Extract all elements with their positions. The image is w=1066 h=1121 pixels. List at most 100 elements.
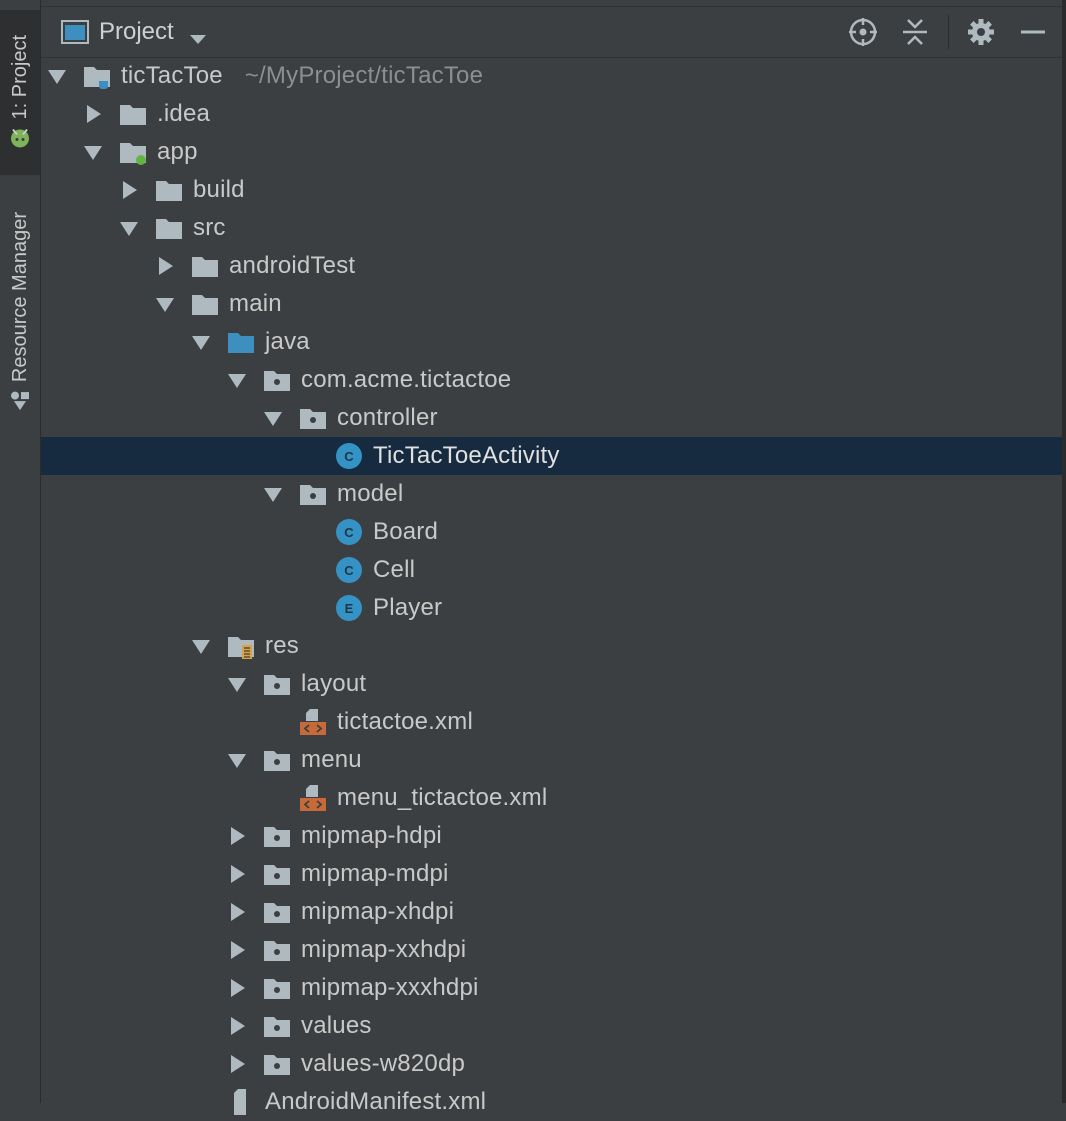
tree-item-label: mipmap-xhdpi	[301, 898, 455, 925]
collapse-all-icon[interactable]	[899, 16, 931, 48]
android-icon	[9, 128, 31, 150]
project-path: ~/MyProject/ticTacToe	[244, 62, 484, 89]
tree-row[interactable]: controller	[41, 399, 1062, 437]
chevron-down-icon[interactable]	[261, 482, 285, 506]
tool-window-stripe: 1: Project Resource Manager	[0, 0, 41, 1103]
tree-item-label: ticTacToe ~/MyProject/ticTacToe	[121, 62, 484, 89]
chevron-right-icon[interactable]	[81, 102, 105, 126]
panel-header: Project	[41, 6, 1062, 58]
chevron-right-icon[interactable]	[225, 938, 249, 962]
package-icon	[262, 669, 292, 699]
tree-row[interactable]: app	[41, 133, 1062, 171]
tree-item-label: mipmap-xxxhdpi	[301, 974, 479, 1001]
tree-row[interactable]: src	[41, 209, 1062, 247]
tree-item-label: TicTacToeActivity	[373, 442, 560, 469]
tree-row[interactable]: menu	[41, 741, 1062, 779]
tree-item-label: values-w820dp	[301, 1050, 466, 1077]
chevron-right-icon[interactable]	[225, 862, 249, 886]
chevron-right-icon[interactable]	[225, 824, 249, 848]
chevron-down-icon	[188, 25, 208, 44]
chevron-right-icon[interactable]	[153, 254, 177, 278]
tree-row[interactable]: mipmap-xxxhdpi	[41, 969, 1062, 1007]
tree-row[interactable]: model	[41, 475, 1062, 513]
tree-row[interactable]: ticTacToe ~/MyProject/ticTacToe	[41, 57, 1062, 95]
project-view-icon	[61, 20, 89, 44]
chevron-right-icon[interactable]	[225, 976, 249, 1000]
resource-folder-icon	[226, 631, 256, 661]
tree-row[interactable]: mipmap-xxhdpi	[41, 931, 1062, 969]
chevron-down-icon[interactable]	[81, 140, 105, 164]
tree-row[interactable]: layout	[41, 665, 1062, 703]
xml-file-icon	[298, 707, 328, 737]
panel-title: Project	[99, 18, 174, 45]
chevron-down-icon[interactable]	[189, 330, 213, 354]
tree-row[interactable]: C Board	[41, 513, 1062, 551]
package-icon	[262, 1011, 292, 1041]
chevron-right-icon[interactable]	[225, 900, 249, 924]
tree-item-label: com.acme.tictactoe	[301, 366, 512, 393]
tree-item-label: menu	[301, 746, 362, 773]
tree-row[interactable]: mipmap-hdpi	[41, 817, 1062, 855]
tree-row[interactable]: C Cell	[41, 551, 1062, 589]
tree-row[interactable]: values	[41, 1007, 1062, 1045]
tree-row[interactable]: values-w820dp	[41, 1045, 1062, 1083]
tree-row[interactable]: build	[41, 171, 1062, 209]
package-icon	[298, 479, 328, 509]
folder-icon	[118, 99, 148, 129]
tree-item-label: tictactoe.xml	[337, 708, 473, 735]
tree-item-label: build	[193, 176, 245, 203]
tree-item-label: menu_tictactoe.xml	[337, 784, 548, 811]
package-icon	[298, 403, 328, 433]
tree-item-label: Cell	[373, 556, 416, 583]
chevron-down-icon[interactable]	[45, 64, 69, 88]
chevron-down-icon[interactable]	[189, 634, 213, 658]
package-icon	[262, 897, 292, 927]
view-selector[interactable]: Project	[61, 7, 208, 57]
minimize-icon[interactable]	[1017, 16, 1049, 48]
chevron-right-icon[interactable]	[225, 1014, 249, 1038]
xml-file-icon	[298, 783, 328, 813]
tree-item-label: main	[229, 290, 282, 317]
folder-icon	[154, 213, 184, 243]
tree-row[interactable]: AndroidManifest.xml	[41, 1083, 1062, 1121]
chevron-down-icon[interactable]	[261, 406, 285, 430]
chevron-right-icon[interactable]	[117, 178, 141, 202]
package-icon	[262, 973, 292, 1003]
chevron-down-icon[interactable]	[117, 216, 141, 240]
package-icon	[262, 859, 292, 889]
tab-resource-manager[interactable]: Resource Manager	[0, 195, 40, 430]
package-icon	[262, 935, 292, 965]
tree-row[interactable]: com.acme.tictactoe	[41, 361, 1062, 399]
tree-item-label: app	[157, 138, 198, 165]
chevron-down-icon[interactable]	[225, 368, 249, 392]
app-module-icon	[118, 137, 148, 167]
header-divider	[948, 15, 949, 49]
tree-row[interactable]: res	[41, 627, 1062, 665]
tree-row[interactable]: androidTest	[41, 247, 1062, 285]
tree-row[interactable]: .idea	[41, 95, 1062, 133]
tree-row[interactable]: mipmap-mdpi	[41, 855, 1062, 893]
tree-row[interactable]: C TicTacToeActivity	[41, 437, 1062, 475]
tree-item-label: model	[337, 480, 404, 507]
tree-item-label: Board	[373, 518, 439, 545]
chevron-down-icon[interactable]	[225, 672, 249, 696]
enum-icon: E	[334, 593, 364, 623]
tree-row[interactable]: java	[41, 323, 1062, 361]
resource-manager-icon	[9, 391, 31, 413]
folder-icon	[190, 251, 220, 281]
tree-row[interactable]: mipmap-xhdpi	[41, 893, 1062, 931]
chevron-down-icon[interactable]	[153, 292, 177, 316]
package-icon	[262, 745, 292, 775]
tree-row[interactable]: tictactoe.xml	[41, 703, 1062, 741]
module-folder-icon	[82, 61, 112, 91]
tree-row[interactable]: menu_tictactoe.xml	[41, 779, 1062, 817]
gear-icon[interactable]	[965, 16, 997, 48]
tree-row[interactable]: main	[41, 285, 1062, 323]
tree-item-label: mipmap-mdpi	[301, 860, 449, 887]
locate-icon[interactable]	[847, 16, 879, 48]
chevron-down-icon[interactable]	[225, 748, 249, 772]
tab-project[interactable]: 1: Project	[0, 10, 40, 175]
chevron-right-icon[interactable]	[225, 1052, 249, 1076]
manifest-file-icon	[226, 1087, 256, 1117]
tree-row[interactable]: E Player	[41, 589, 1062, 627]
